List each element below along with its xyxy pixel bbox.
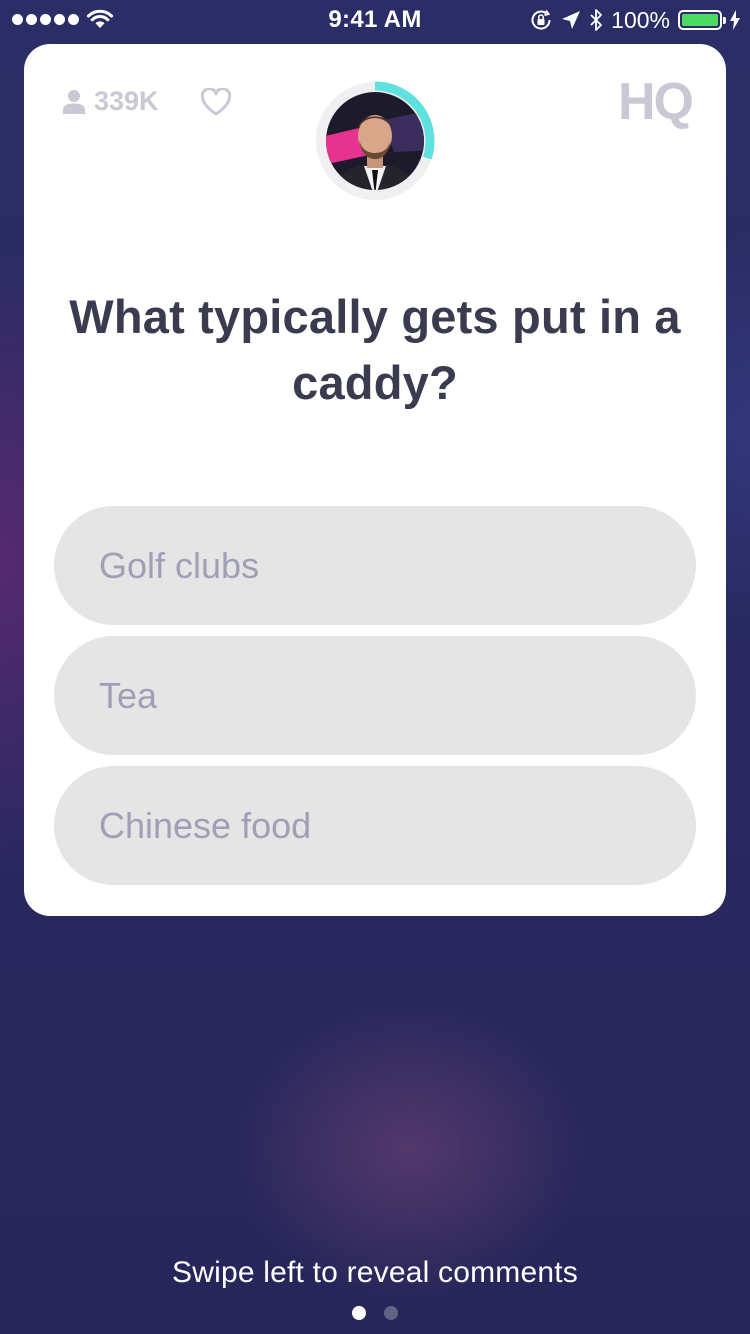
battery-fill [682,14,718,26]
answer-list: Golf clubs Tea Chinese food [54,506,696,896]
status-right-group: 100% [529,7,740,33]
heart-icon[interactable] [200,88,232,116]
battery-icon [678,10,726,30]
viewer-count: 339K [62,86,159,117]
answer-option-3[interactable]: Chinese food [54,766,696,885]
page-dot-2[interactable] [384,1306,398,1320]
charging-bolt-icon [730,10,740,30]
bluetooth-icon [590,9,603,31]
answer-option-1[interactable]: Golf clubs [54,506,696,625]
answer-option-2[interactable]: Tea [54,636,696,755]
page-indicator[interactable] [0,1306,750,1320]
question-card: 339K HQ What typically gets put in a cad… [24,44,726,916]
host-avatar [314,80,436,202]
location-arrow-icon [562,11,581,29]
host-photo [326,92,424,190]
swipe-hint: Swipe left to reveal comments [172,1256,578,1289]
page-dot-1[interactable] [352,1306,366,1320]
battery-percent: 100% [611,6,670,33]
status-bar: 9:41 AM 100% [0,0,750,40]
hq-logo: HQ [618,73,694,131]
orientation-lock-icon [531,9,551,30]
question-text: What typically gets put in a caddy? [69,290,681,409]
viewer-count-label: 339K [94,86,159,116]
person-icon [63,89,85,114]
